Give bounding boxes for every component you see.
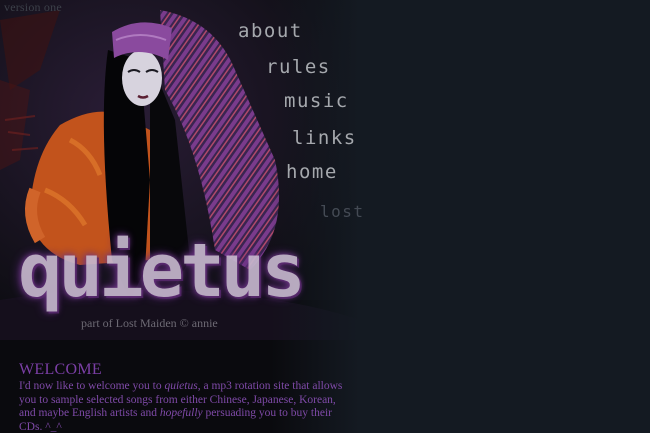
welcome-text-part-1: I'd now like to welcome you to [19, 380, 165, 392]
welcome-text: I'd now like to welcome you to quietus, … [19, 380, 354, 433]
nav-link-about[interactable]: about [238, 20, 303, 42]
byline: part of Lost Maiden © annie [81, 316, 218, 330]
welcome-emphasis-hopefully: hopefully [159, 407, 203, 419]
site-logo: quietus [18, 228, 306, 314]
nav-link-links[interactable]: links [292, 127, 357, 149]
welcome-heading: WELCOME [19, 361, 102, 378]
nav-link-rules[interactable]: rules [266, 56, 331, 78]
version-label: version one [4, 0, 62, 14]
nav-link-lost[interactable]: lost [320, 202, 365, 221]
welcome-emphasis-quietus: quietus [164, 380, 198, 392]
page: version one about rules music links home… [0, 0, 650, 433]
nav-link-music[interactable]: music [284, 90, 349, 112]
nav-link-home[interactable]: home [286, 161, 338, 183]
